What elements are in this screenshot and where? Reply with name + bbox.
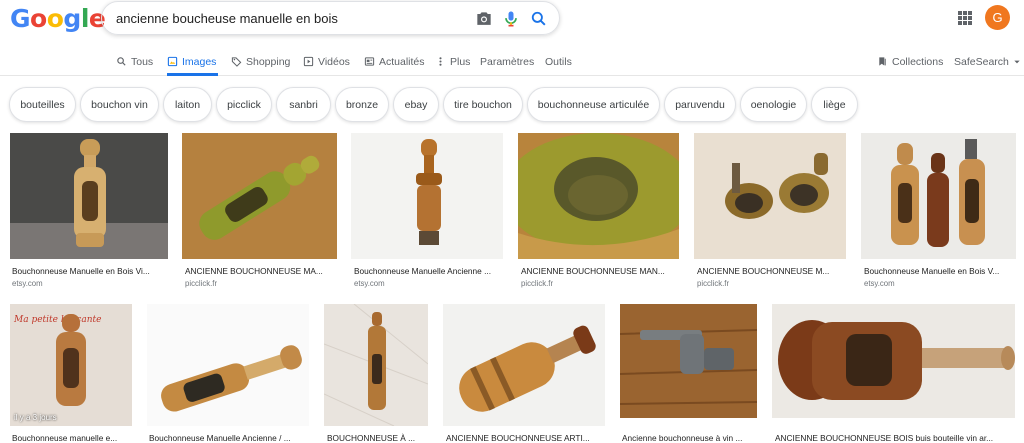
result-thumbnail — [10, 133, 168, 259]
search-tabs: Tous Images Shopping Vidéos Actualités P… — [0, 47, 1024, 76]
result-source: picclick.fr — [521, 279, 554, 288]
chip[interactable]: bouchonneuse articulée — [527, 87, 660, 122]
chip[interactable]: picclick — [216, 87, 272, 122]
result-title[interactable]: ANCIENNE BOUCHONNEUSE MAN... — [521, 266, 679, 276]
play-icon — [303, 56, 314, 67]
tab-shopping-label: Shopping — [246, 55, 291, 68]
more-vert-icon — [439, 57, 442, 66]
chip[interactable]: paruvendu — [664, 87, 736, 122]
result-thumbnail — [620, 304, 757, 418]
tab-all[interactable]: Tous — [116, 47, 153, 76]
bookmark-icon — [879, 57, 886, 66]
image-icon — [167, 56, 178, 67]
chip[interactable]: oenologie — [740, 87, 807, 122]
result-thumbnail — [694, 133, 846, 259]
related-chips: bouteilles bouchon vin laiton picclick s… — [0, 87, 1024, 123]
image-result[interactable] — [518, 133, 679, 259]
image-result[interactable] — [620, 304, 757, 418]
tab-all-label: Tous — [131, 55, 154, 68]
safesearch-label: SafeSearch — [954, 55, 1009, 68]
tab-videos-label: Vidéos — [318, 55, 350, 68]
result-source: etsy.com — [864, 279, 895, 288]
result-source: etsy.com — [12, 279, 43, 288]
result-source: etsy.com — [354, 279, 385, 288]
chip[interactable]: sanbri — [276, 87, 331, 122]
age-overlay: il y a 3 jours — [14, 413, 57, 422]
tab-images-label: Images — [182, 55, 217, 68]
result-title[interactable]: Bouchonneuse Manuelle en Bois V... — [864, 266, 1016, 276]
tab-settings-label: Paramètres — [480, 55, 535, 68]
image-result[interactable] — [324, 304, 428, 426]
tab-videos[interactable]: Vidéos — [303, 47, 350, 76]
result-title[interactable]: Bouchonneuse Manuelle Ancienne ... — [354, 266, 504, 276]
search-box[interactable]: ancienne boucheuse manuelle en bois — [101, 1, 560, 35]
news-icon — [364, 57, 375, 66]
image-result[interactable] — [351, 133, 503, 259]
tab-more-label: Plus — [450, 55, 471, 68]
safesearch-menu[interactable]: SafeSearch — [954, 47, 1021, 76]
chip[interactable]: tire bouchon — [443, 87, 523, 122]
result-thumbnail — [351, 133, 503, 259]
image-result[interactable] — [694, 133, 846, 259]
tab-images[interactable]: Images — [167, 47, 219, 76]
tag-icon — [231, 57, 242, 67]
result-thumbnail: Ma petite brocante — [10, 304, 132, 426]
result-thumbnail — [772, 304, 1015, 418]
tab-news-label: Actualités — [379, 55, 425, 68]
result-source: picclick.fr — [185, 279, 218, 288]
chip[interactable]: laiton — [163, 87, 212, 122]
result-thumbnail — [324, 304, 428, 426]
chip[interactable]: bronze — [335, 87, 389, 122]
result-title[interactable]: ANCIENNE BOUCHONNEUSE MA... — [185, 266, 337, 276]
chip[interactable]: bouchon vin — [80, 87, 159, 122]
image-result[interactable] — [861, 133, 1016, 259]
result-thumbnail — [518, 133, 679, 259]
tab-settings[interactable]: Paramètres — [480, 47, 534, 76]
image-result[interactable] — [147, 304, 309, 426]
result-thumbnail — [861, 133, 1016, 259]
tab-tools-label: Outils — [545, 55, 572, 68]
collections-label: Collections — [892, 55, 944, 68]
tab-more[interactable]: Plus — [435, 47, 470, 76]
search-icon[interactable] — [529, 9, 549, 29]
image-result[interactable] — [10, 133, 168, 259]
result-source: picclick.fr — [697, 279, 730, 288]
result-thumbnail — [443, 304, 605, 426]
collections-link[interactable]: Collections — [877, 47, 943, 76]
result-title[interactable]: ANCIENNE BOUCHONNEUSE M... — [697, 266, 847, 276]
tab-tools[interactable]: Outils — [545, 47, 572, 76]
watermark-text: Ma petite brocante — [13, 315, 101, 325]
chip[interactable]: bouteilles — [9, 87, 76, 122]
result-thumbnail — [147, 304, 309, 426]
microphone-icon[interactable] — [501, 9, 521, 29]
image-result[interactable] — [772, 304, 1015, 418]
result-thumbnail — [182, 133, 337, 259]
image-result[interactable] — [443, 304, 605, 426]
google-logo[interactable]: Google — [10, 4, 106, 33]
apps-grid-icon[interactable] — [958, 11, 972, 25]
chip[interactable]: ebay — [393, 87, 439, 122]
tab-news[interactable]: Actualités — [364, 47, 425, 76]
image-result[interactable] — [182, 133, 337, 259]
caret-down-icon — [1014, 60, 1020, 63]
camera-icon[interactable] — [474, 9, 494, 29]
tab-shopping[interactable]: Shopping — [231, 47, 290, 76]
chip[interactable]: liège — [811, 87, 858, 122]
image-result[interactable]: Ma petite brocante il y a 3 jours — [10, 304, 132, 426]
avatar[interactable]: G — [985, 5, 1010, 30]
search-icon — [117, 57, 126, 66]
result-title[interactable]: Bouchonneuse Manuelle en Bois Vi... — [12, 266, 168, 276]
header: Google ancienne boucheuse manuelle en bo… — [0, 0, 1024, 76]
search-input[interactable]: ancienne boucheuse manuelle en bois — [116, 11, 338, 26]
